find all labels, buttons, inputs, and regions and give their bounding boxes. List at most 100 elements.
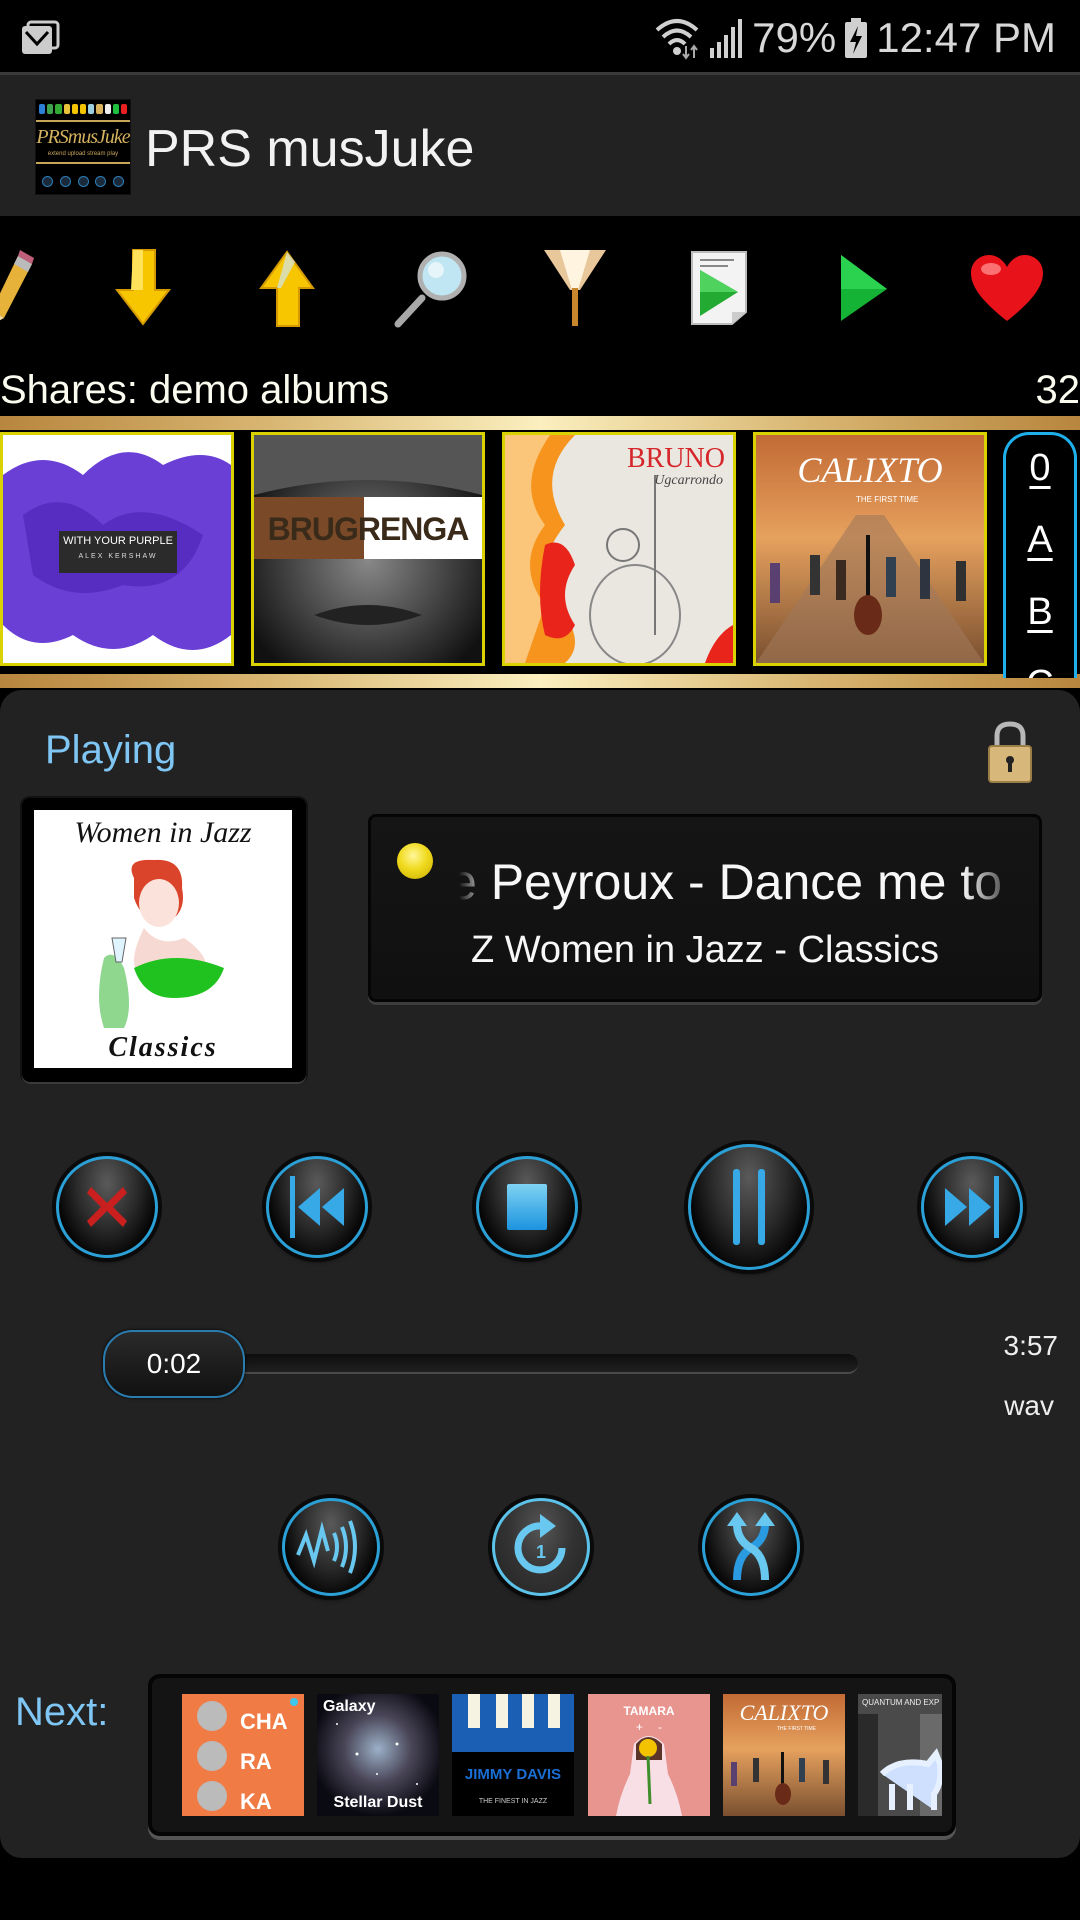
album-title: BRUNO — [626, 443, 725, 474]
svg-text:1: 1 — [536, 1542, 546, 1562]
lock-icon[interactable] — [985, 720, 1035, 784]
album-title: BRUGRENGA — [267, 511, 470, 547]
album-title: CALIXTO — [797, 450, 943, 490]
file-format: wav — [1004, 1390, 1054, 1421]
pause-icon — [733, 1169, 765, 1245]
queue-item-title: CHA RA KA — [240, 1709, 287, 1814]
queue-item-subtitle: THE FIRST TIME — [777, 1726, 816, 1732]
album-artist: Ugcarrondo — [654, 473, 723, 488]
logo-tagline: extend upload stream play — [47, 151, 119, 157]
index-letter[interactable]: B — [1006, 579, 1074, 651]
play-list-button[interactable] — [680, 248, 760, 328]
playing-label: Playing — [45, 728, 177, 772]
track-album: Z Women in Jazz - Classics — [470, 929, 940, 971]
gold-border-bottom — [0, 674, 1080, 688]
queue-item[interactable]: CALIXTO THE FIRST TIME — [723, 1694, 845, 1816]
queue-item[interactable]: Galaxy Stellar Dust — [317, 1694, 439, 1816]
wifi-icon — [655, 19, 699, 60]
seek-slider[interactable]: 0:02 — [98, 1330, 858, 1398]
queue-item-title: Galaxy — [323, 1698, 376, 1715]
stop-icon — [507, 1184, 547, 1230]
favorites-button[interactable] — [967, 248, 1047, 328]
album-cover[interactable]: BRUNO Ugcarrondo — [502, 432, 736, 666]
index-letter[interactable]: 0 — [1006, 435, 1074, 507]
stop-button[interactable] — [476, 1156, 578, 1258]
playlist-document-icon — [691, 251, 747, 325]
equalizer-button[interactable] — [282, 1498, 380, 1596]
remove-button[interactable] — [56, 1156, 158, 1258]
battery-percent: 79% — [752, 14, 837, 61]
shares-label: Shares: demo albums — [0, 368, 390, 412]
track-duration: 3:57 — [1003, 1330, 1059, 1361]
toolbar — [0, 216, 1080, 366]
status-bar: 79% 12:47 PM — [0, 0, 1080, 72]
queue-item-subtitle: + - — [635, 1720, 663, 1734]
queue-item-subtitle: Stellar Dust — [333, 1794, 423, 1811]
sound-wave-icon — [296, 1520, 357, 1574]
repeat-one-button[interactable]: 1 — [492, 1498, 590, 1596]
track-title: e Peyroux - Dance me to — [459, 854, 1003, 910]
shuffle-button[interactable] — [702, 1498, 800, 1596]
previous-button[interactable] — [266, 1156, 368, 1258]
previous-icon — [290, 1176, 344, 1238]
play-button[interactable] — [823, 248, 903, 328]
cover-top-text: Women in Jazz — [74, 816, 252, 849]
remove-icon — [87, 1187, 127, 1227]
queue-item-title: QUANTUM AND EXP — [862, 1698, 940, 1707]
queue-item-title: TAMARA — [623, 1704, 675, 1718]
edit-button[interactable] — [0, 248, 58, 328]
next-icon — [945, 1176, 999, 1238]
gold-border-top — [0, 416, 1080, 430]
up-next-queue[interactable]: CHA RA KA Galaxy Stellar Dust JIMMY DAVI… — [148, 1674, 956, 1836]
pause-button[interactable] — [688, 1144, 810, 1270]
index-letter[interactable]: C — [1006, 651, 1074, 678]
filter-button[interactable] — [535, 248, 615, 328]
track-title-marquee: e Peyroux - Dance me to — [459, 853, 1019, 913]
queue-item[interactable]: CHA RA KA — [182, 1694, 304, 1816]
player-panel: Playing Women in Jazz Classics e Peyroux… — [0, 690, 1080, 1858]
album-title: WITH YOUR PURPLE — [63, 535, 173, 547]
mail-icon — [22, 20, 60, 54]
track-info-box[interactable]: e Peyroux - Dance me to Z Women in Jazz … — [368, 814, 1042, 1002]
pencil-icon — [0, 250, 34, 321]
shares-bar: Shares: demo albums 32 — [0, 366, 1080, 416]
cover-illustration — [99, 859, 224, 1028]
queue-item[interactable]: JIMMY DAVIS THE FINEST IN JAZZ — [452, 1694, 574, 1816]
album-cover[interactable]: WITH YOUR PURPLE ALEX KERSHAW — [0, 432, 234, 666]
app-title: PRS musJuke — [145, 120, 475, 178]
queue-item-title: JIMMY DAVIS — [464, 1766, 562, 1783]
current-position: 0:02 — [146, 1348, 202, 1379]
magnifier-icon — [394, 251, 467, 328]
next-button[interactable] — [921, 1156, 1023, 1258]
heart-icon — [971, 255, 1043, 321]
album-cover[interactable]: BRUGRENGA — [251, 432, 485, 666]
album-artist: THE FIRST TIME — [856, 495, 919, 504]
move-down-button[interactable] — [103, 248, 183, 328]
queue-item[interactable]: TAMARA + - — [588, 1694, 710, 1816]
album-strip[interactable]: WITH YOUR PURPLE ALEX KERSHAW BRUGRENGA … — [0, 416, 1080, 690]
seek-track[interactable] — [158, 1354, 858, 1374]
move-up-button[interactable] — [247, 248, 327, 328]
repeat-one-icon: 1 — [514, 1514, 566, 1574]
cover-bottom-text: Classics — [108, 1032, 218, 1063]
album-art-purple — [3, 435, 231, 663]
funnel-icon — [544, 250, 606, 326]
queue-item-subtitle: THE FINEST IN JAZZ — [478, 1798, 548, 1805]
battery-charging-icon — [845, 18, 868, 58]
status-indicator-dot — [397, 843, 433, 879]
clock: 12:47 PM — [876, 14, 1056, 61]
queue-item[interactable]: QUANTUM AND EXP — [858, 1694, 942, 1816]
seek-thumb[interactable]: 0:02 — [103, 1330, 245, 1398]
play-icon — [841, 255, 887, 321]
logo-name: PRSmusJuke — [36, 126, 130, 148]
shares-count: 32 — [1035, 368, 1080, 412]
app-logo: PRSmusJuke extend upload stream play — [35, 99, 131, 195]
queue-cover-art — [858, 1694, 942, 1816]
now-playing-cover: Women in Jazz Classics — [34, 810, 292, 1068]
index-letter[interactable]: A — [1006, 507, 1074, 579]
album-cover[interactable]: CALIXTO THE FIRST TIME — [753, 432, 987, 666]
alphabet-index-bar[interactable]: 0 A B C — [1003, 432, 1077, 678]
arrow-down-icon — [114, 249, 172, 326]
search-button[interactable] — [392, 248, 472, 328]
now-playing-cover-frame[interactable]: Women in Jazz Classics — [22, 798, 306, 1082]
